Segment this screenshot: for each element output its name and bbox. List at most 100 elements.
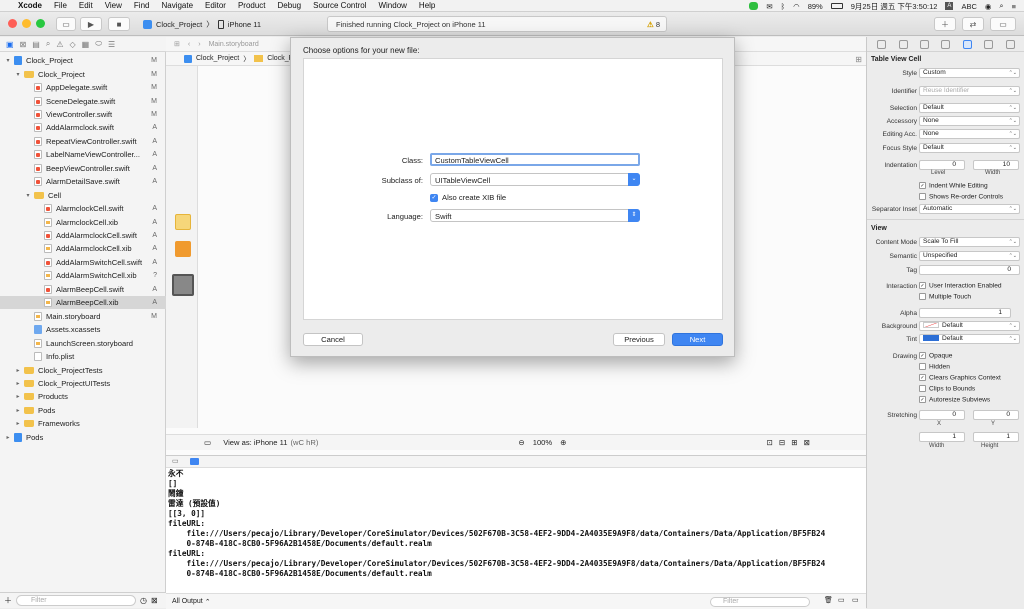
disclosure-triangle-icon[interactable]: ▾ [4,57,12,64]
indent-while-editing-checkbox[interactable]: ✓ Indent While Editing [919,182,988,189]
code-review-button[interactable]: ⇄ [962,17,984,31]
navigator-item[interactable]: ▾ Cell [0,189,166,202]
clips-to-bounds-checkbox[interactable]: Clips to Bounds [919,385,975,392]
debug-navigator-icon[interactable]: ▦ [82,40,90,49]
menu-help[interactable]: Help [419,1,435,10]
separator-inset-popup[interactable]: Automatic [919,204,1020,214]
zoom-level[interactable]: 100% [533,438,552,447]
find-navigator-icon[interactable]: ⌕ [46,39,50,49]
related-items-icon[interactable]: ⊞ [174,40,180,48]
identity-inspector-icon[interactable] [941,39,951,49]
subclass-combobox[interactable]: UITableViewCell ⌄ [430,173,640,186]
menu-app-name[interactable]: Xcode [18,1,42,10]
clears-graphics-checkbox[interactable]: ✓ Clears Graphics Context [919,374,1001,381]
disclosure-triangle-icon[interactable]: ▸ [14,420,22,427]
test-navigator-icon[interactable]: ◇ [69,40,75,49]
disclosure-triangle-icon[interactable]: ▸ [14,407,22,414]
navigator-item[interactable]: ▸ Pods [0,431,166,444]
editing-acc-popup[interactable]: None [919,129,1020,139]
file-inspector-icon[interactable] [877,39,887,49]
line-app-icon[interactable] [749,2,759,10]
back-arrow-icon[interactable]: ‹ [188,41,190,48]
forward-arrow-icon[interactable]: › [198,41,200,48]
symbol-navigator-icon[interactable]: ▤ [32,40,40,49]
connections-inspector-icon[interactable] [1005,39,1015,49]
user-interaction-checkbox[interactable]: ✓ User Interaction Enabled [919,282,1002,289]
also-create-xib-checkbox[interactable]: ✓ Also create XIB file [430,193,506,202]
add-file-icon[interactable]: ＋ [4,595,12,606]
project-navigator-icon[interactable]: ▣ [6,40,14,49]
navigator-item[interactable]: LabelNameViewController... A [0,148,166,161]
console-output[interactable]: 永不[] 鬧鐘 雷達 (預設值) [[3, 0]] fileURL: file:///U… [168,469,864,579]
recent-files-icon[interactable]: ◷ [140,596,147,605]
style-popup[interactable]: Custom [919,68,1020,78]
navigator-item[interactable]: AddAlarmclock.swift A [0,121,166,134]
battery-icon[interactable] [830,3,843,9]
view-as-label[interactable]: View as: iPhone 11 [223,438,287,447]
update-frames-icon[interactable]: ⊡ [767,438,773,447]
view-controller-icon[interactable] [175,241,191,257]
wifi-icon[interactable]: ◠ [793,2,800,11]
size-inspector-icon[interactable] [984,39,994,49]
scheme-selector[interactable]: Clock_Project 〉 iPhone 11 [143,17,261,31]
focus-style-popup[interactable]: Default [919,143,1020,153]
language-popup[interactable]: Swift ⇕ [430,209,640,222]
add-constraints-icon[interactable]: ⊞ [791,438,797,447]
menu-find[interactable]: Find [134,1,150,10]
navigator-item[interactable]: AlarmBeepCell.swift A [0,283,166,296]
navigator-item[interactable]: SceneDelegate.swift M [0,94,166,107]
stretch-height-stepper[interactable]: 1 [973,432,1019,442]
toggle-navigator-button[interactable]: ▭ [56,17,76,31]
issue-navigator-icon[interactable]: ⚠ [56,40,63,49]
quick-help-icon[interactable] [920,39,930,49]
stretch-y-stepper[interactable]: 0 [973,410,1019,420]
identifier-input[interactable]: Reuse Identifier [919,86,1020,96]
opaque-checkbox[interactable]: ✓ Opaque [919,352,952,359]
resolve-issues-icon[interactable]: ⊠ [804,438,810,447]
clock-text[interactable]: 9月25日 週五 下午3:50:12 [851,1,938,12]
navigator-item[interactable]: RepeatViewController.swift A [0,135,166,148]
previous-button[interactable]: Previous [613,333,665,346]
hide-debug-icon[interactable]: ▭ [172,457,179,465]
navigator-item[interactable]: AlarmclockCell.swift A [0,202,166,215]
navigator-item[interactable]: ViewController.swift M [0,108,166,121]
first-responder-icon[interactable] [175,214,191,230]
outline-toggle-icon[interactable]: ▭ [204,438,211,447]
content-mode-popup[interactable]: Scale To Fill [919,237,1020,247]
close-window-button[interactable] [8,19,17,28]
trash-icon[interactable]: 🗑 [824,596,833,604]
add-editor-icon[interactable]: ⊞ [855,55,862,64]
spotlight-icon[interactable]: ⌕ [999,1,1003,11]
navigator-item[interactable]: Assets.xcassets [0,323,166,336]
zoom-in-icon[interactable]: ⊕ [560,438,566,447]
disclosure-triangle-icon[interactable]: ▾ [24,192,32,199]
breakpoints-toggle-icon[interactable] [190,458,199,465]
semantic-popup[interactable]: Unspecified [919,251,1020,261]
align-icon[interactable]: ⊟ [779,438,785,447]
history-inspector-icon[interactable] [898,39,908,49]
zoom-window-button[interactable] [36,19,45,28]
navigator-item[interactable]: AddAlarmSwitchCell.xib? [0,269,166,282]
stretch-x-stepper[interactable]: 0 [919,410,965,420]
minimize-window-button[interactable] [22,19,31,28]
hidden-checkbox[interactable]: Hidden [919,363,950,370]
tint-popup[interactable]: Default [919,334,1020,344]
alpha-stepper[interactable]: 1 [919,308,1011,318]
menu-window[interactable]: Window [378,1,406,10]
cancel-button[interactable]: Cancel [303,333,363,346]
navigator-item[interactable]: AlarmBeepCell.xib A [0,296,166,310]
autoresize-checkbox[interactable]: ✓ Autoresize Subviews [919,396,990,403]
indent-level-stepper[interactable]: 0 [919,160,965,170]
stop-button[interactable]: ■ [108,17,130,31]
menu-product[interactable]: Product [238,1,266,10]
navigator-item[interactable]: BeepViewController.swift A [0,162,166,175]
navigator-item[interactable]: AddAlarmSwitchCell.swift A [0,256,166,269]
scm-filter-icon[interactable]: ⊠ [151,596,158,605]
user-icon[interactable]: ◉ [985,2,992,11]
navigator-item[interactable]: ▸ Pods [0,404,166,417]
disclosure-triangle-icon[interactable]: ▾ [14,71,22,78]
navigator-item[interactable]: AddAlarmclockCell.swift A [0,229,166,242]
editor-tab[interactable]: Main.storyboard [209,41,259,48]
input-source-icon[interactable]: A [945,2,954,10]
menu-edit[interactable]: Edit [79,1,93,10]
